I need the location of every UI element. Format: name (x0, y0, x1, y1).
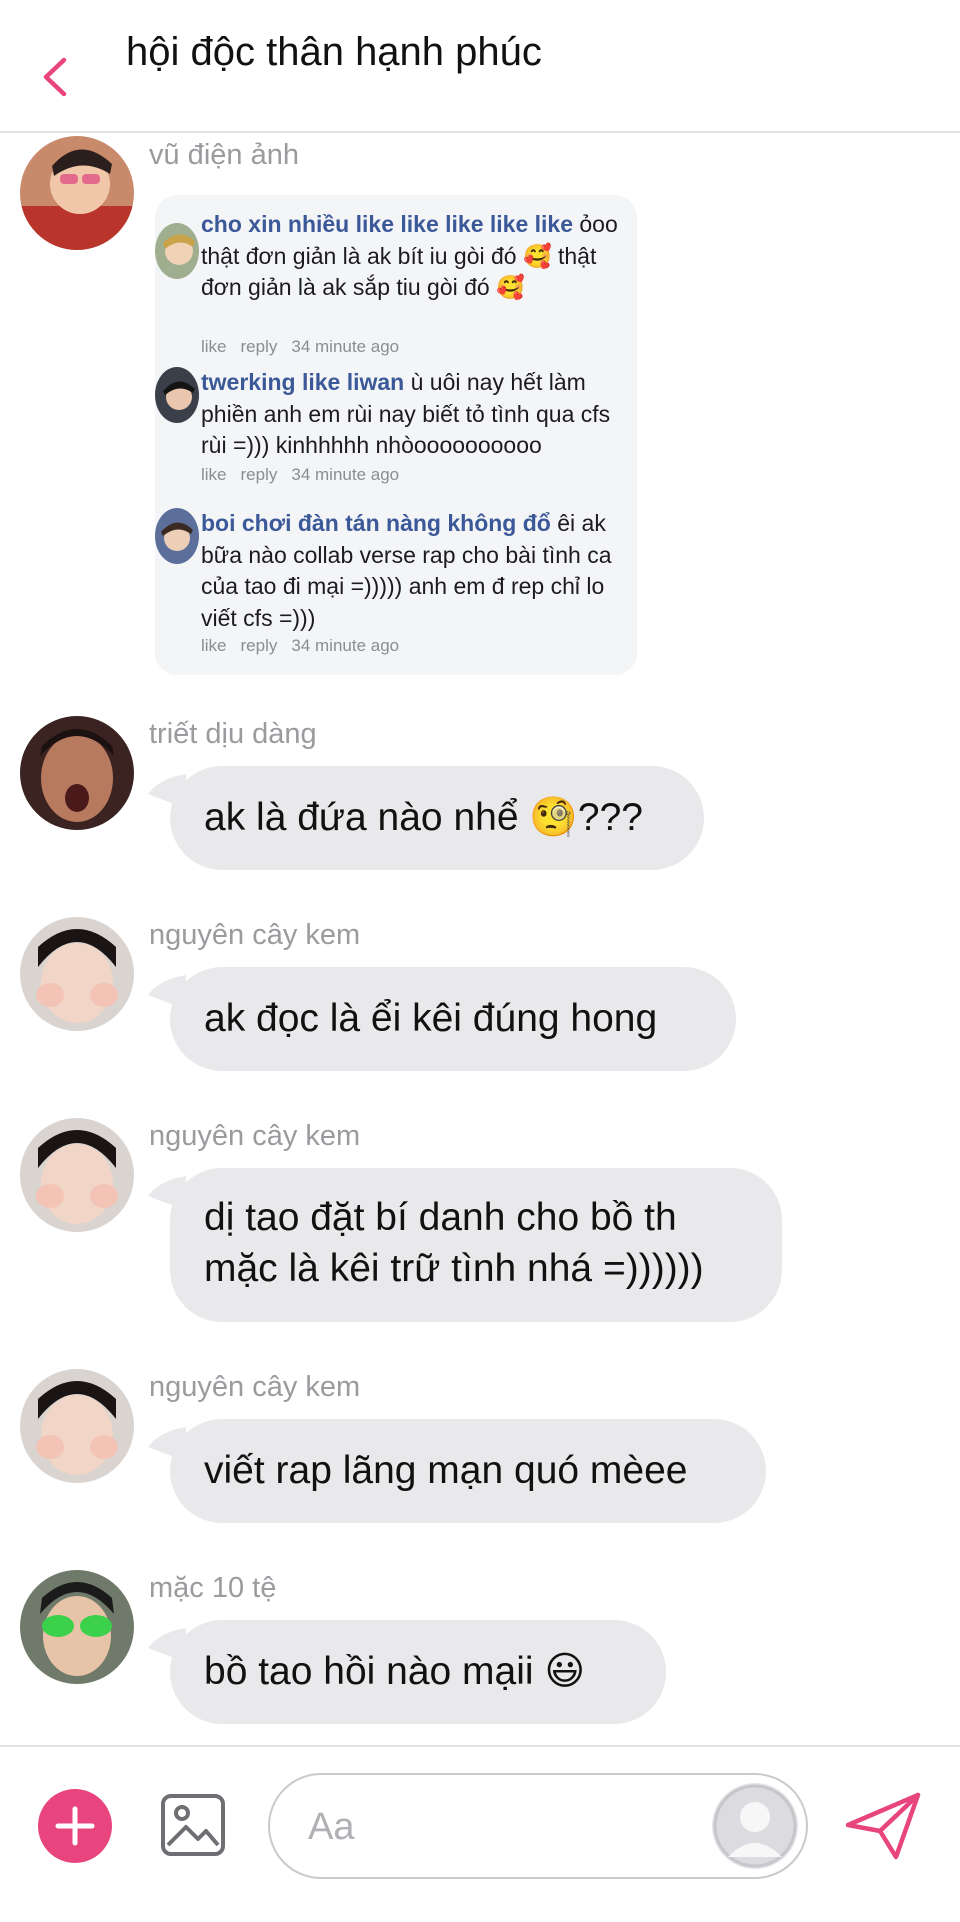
comment-meta: like reply 34 minute ago (201, 465, 413, 485)
chat-header: hội độc thân hạnh phúc (0, 0, 960, 133)
sender-name: mặc 10 tệ (149, 1572, 277, 1604)
profile-icon (713, 1784, 797, 1868)
message-input[interactable] (306, 1797, 670, 1857)
message-bubble[interactable]: bồ tao hồi nào mạii 😃 (170, 1620, 666, 1724)
commenter-name[interactable]: twerking like liwan (201, 369, 404, 395)
reply-link[interactable]: reply (241, 636, 278, 655)
message-line: mặc là kêi trữ tình nhá =)))))) (204, 1247, 704, 1290)
gallery-button[interactable] (160, 1793, 226, 1857)
chat-title: hội độc thân hạnh phúc (126, 30, 542, 74)
avatar[interactable] (20, 1118, 134, 1232)
send-icon (845, 1792, 921, 1860)
composer-bar (0, 1745, 960, 1922)
sender-name: triết dịu dàng (149, 718, 317, 750)
send-button[interactable] (844, 1791, 922, 1863)
comment-meta: like reply 34 minute ago (201, 636, 413, 656)
sender-name: nguyên cây kem (149, 1371, 361, 1403)
chevron-left-icon (43, 57, 67, 97)
commenter-avatar[interactable] (155, 508, 199, 564)
message-input-box (268, 1773, 808, 1879)
profile-button[interactable] (712, 1783, 798, 1869)
comment-time: 34 minute ago (291, 636, 400, 655)
commenter-name[interactable]: cho xin nhiều like like like like like (201, 211, 573, 237)
reply-link[interactable]: reply (241, 337, 278, 356)
comment-text: boi chơi đàn tán nàng không đổ êi ak bữa… (201, 508, 631, 634)
comment-time: 34 minute ago (291, 465, 400, 484)
comment-text: cho xin nhiều like like like like like ỏ… (201, 209, 631, 304)
back-button[interactable] (36, 52, 76, 102)
like-link[interactable]: like (201, 465, 227, 484)
comment-meta: like reply 34 minute ago (201, 337, 413, 357)
image-icon (161, 1794, 225, 1856)
sender-name: nguyên cây kem (149, 919, 361, 951)
commenter-avatar[interactable] (155, 367, 199, 423)
message-line: dị tao đặt bí danh cho bồ th (204, 1196, 677, 1239)
sender-name: nguyên cây kem (149, 1120, 361, 1152)
reply-link[interactable]: reply (241, 465, 278, 484)
message-bubble[interactable]: viết rap lãng mạn quó mèee (170, 1419, 766, 1523)
like-link[interactable]: like (201, 636, 227, 655)
comment-text: twerking like liwan ù uôi nay hết làm ph… (201, 367, 631, 462)
sender-name: vũ điện ảnh (149, 139, 299, 171)
avatar[interactable] (20, 716, 134, 830)
avatar[interactable] (20, 136, 134, 250)
plus-icon (55, 1806, 95, 1846)
commenter-name[interactable]: boi chơi đàn tán nàng không đổ (201, 510, 551, 536)
avatar[interactable] (20, 1570, 134, 1684)
comment-card[interactable]: cho xin nhiều like like like like like ỏ… (155, 195, 637, 675)
avatar[interactable] (20, 917, 134, 1031)
add-button[interactable] (38, 1789, 112, 1863)
message-bubble[interactable]: dị tao đặt bí danh cho bồ th mặc là kêi … (170, 1168, 782, 1322)
like-link[interactable]: like (201, 337, 227, 356)
comment-time: 34 minute ago (291, 337, 400, 356)
avatar[interactable] (20, 1369, 134, 1483)
message-bubble[interactable]: ak đọc là ểi kêi đúng hong (170, 967, 736, 1071)
commenter-avatar[interactable] (155, 223, 199, 279)
message-bubble[interactable]: ak là đứa nào nhể 🧐??? (170, 766, 704, 870)
